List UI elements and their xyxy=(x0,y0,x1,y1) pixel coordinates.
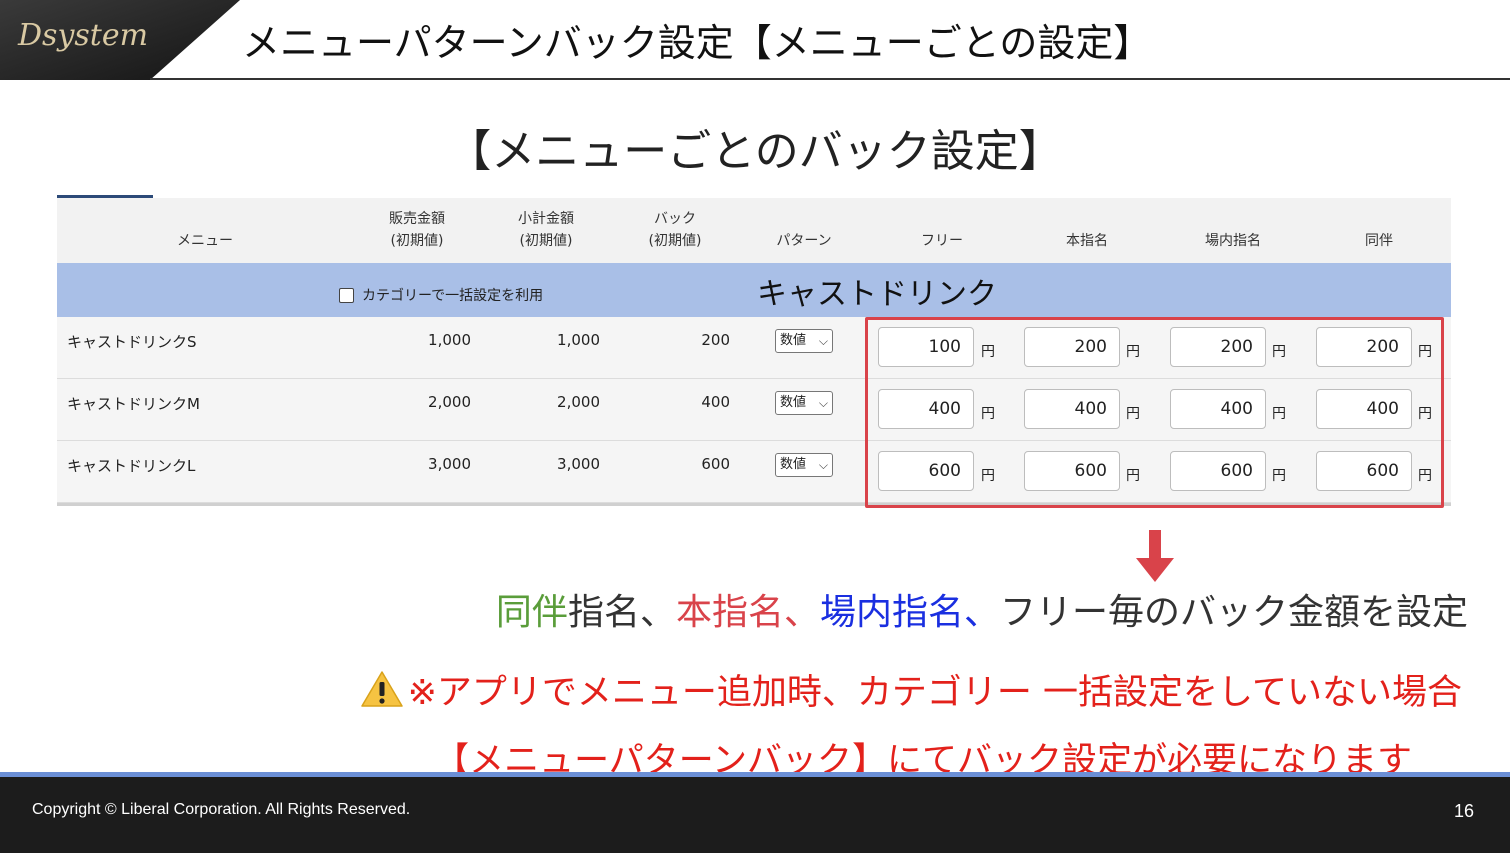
category-bulk-checkbox[interactable] xyxy=(339,288,354,303)
warning-text-1: ※アプリでメニュー追加時、カテゴリー 一括設定をしていない場合 xyxy=(407,673,1462,713)
back-amount: 200 xyxy=(701,331,730,349)
header-pattern: パターン xyxy=(776,233,832,249)
logo-band: Dsystem xyxy=(0,0,240,80)
header-sale-price: 販売金額 (初期値) xyxy=(389,211,445,249)
section-title: 【メニューごとのバック設定】 xyxy=(447,126,1063,177)
category-title: キャストドリンク xyxy=(757,277,997,312)
header-divider xyxy=(150,78,1510,80)
header-back: バック (初期値) xyxy=(648,211,702,249)
desc-free: フリー毎のバック金額を設定 xyxy=(999,592,1468,633)
header-dohan: 同伴 xyxy=(1365,233,1393,249)
header-jonai-shimei: 場内指名 xyxy=(1205,233,1261,249)
chevron-down-icon: ⌵ xyxy=(818,396,828,410)
subtotal-price: 1,000 xyxy=(557,331,600,349)
table-header: メニュー 販売金額 (初期値) 小計金額 (初期値) バック (初期値) パター… xyxy=(57,198,1451,263)
back-amount: 400 xyxy=(701,393,730,411)
warning-icon xyxy=(360,670,404,708)
menu-name: キャストドリンクM xyxy=(67,395,200,413)
slide-footer: Copyright © Liberal Corporation. All Rig… xyxy=(0,777,1510,853)
menu-name: キャストドリンクL xyxy=(67,457,196,475)
header-free: フリー xyxy=(921,233,963,249)
pattern-select[interactable]: 数値 ⌵ xyxy=(775,453,833,477)
sale-price: 1,000 xyxy=(428,331,471,349)
desc-hon-shimei: 本指名、 xyxy=(675,592,820,633)
slide-header: Dsystem メニューパターンバック設定【メニューごとの設定】 xyxy=(0,0,1510,80)
slide-title: メニューパターンバック設定【メニューごとの設定】 xyxy=(242,21,1152,65)
sale-price: 2,000 xyxy=(428,393,471,411)
subtotal-price: 3,000 xyxy=(557,455,600,473)
warning-line-1: ※アプリでメニュー追加時、カテゴリー 一括設定をしていない場合 xyxy=(0,664,1462,715)
description-text: 同伴指名、本指名、場内指名、フリー毎のバック金額を設定 xyxy=(0,583,1468,635)
page-number: 16 xyxy=(1453,801,1474,821)
subtotal-price: 2,000 xyxy=(557,393,600,411)
pattern-select[interactable]: 数値 ⌵ xyxy=(775,329,833,353)
header-hon-shimei: 本指名 xyxy=(1066,233,1108,249)
pattern-select[interactable]: 数値 ⌵ xyxy=(775,391,833,415)
desc-shimei: 指名、 xyxy=(567,592,676,633)
down-arrow-icon xyxy=(1136,530,1174,586)
category-bulk-label: カテゴリーで一括設定を利用 xyxy=(362,288,544,304)
header-menu: メニュー xyxy=(177,233,233,249)
category-bar: カテゴリーで一括設定を利用 キャストドリンク xyxy=(57,263,1451,317)
sale-price: 3,000 xyxy=(428,455,471,473)
desc-jonai-shimei: 場内指名、 xyxy=(819,592,1000,633)
header-subtotal: 小計金額 (初期値) xyxy=(518,211,574,249)
menu-name: キャストドリンクS xyxy=(67,333,197,351)
chevron-down-icon: ⌵ xyxy=(818,458,828,472)
chevron-down-icon: ⌵ xyxy=(818,334,828,348)
back-amount: 600 xyxy=(701,455,730,473)
desc-dohan: 同伴 xyxy=(495,592,568,633)
dsystem-logo: Dsystem xyxy=(18,18,149,53)
copyright-text: Copyright © Liberal Corporation. All Rig… xyxy=(32,801,411,818)
highlight-box xyxy=(865,317,1444,508)
